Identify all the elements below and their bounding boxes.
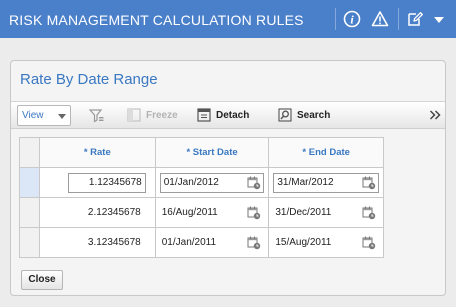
calendar-icon[interactable]	[362, 176, 376, 190]
view-dropdown-label: View	[22, 110, 44, 121]
calendar-icon[interactable]	[362, 206, 376, 220]
rate-input[interactable]: 1.12345678	[67, 172, 146, 193]
grid-corner-cell	[19, 137, 40, 168]
detach-icon	[197, 108, 211, 122]
detach-label: Detach	[216, 110, 250, 121]
column-header-start-date[interactable]: * Start Date	[154, 137, 270, 168]
header-bar: RISK MANAGEMENT CALCULATION RULES i	[0, 0, 456, 38]
table-row[interactable]: 3.12345678 01/Jan/2011 15/Aug/2011	[19, 227, 384, 258]
dialog-title: Rate By Date Range	[20, 71, 158, 88]
view-dropdown[interactable]: View	[17, 105, 71, 126]
search-icon	[278, 108, 292, 122]
page-title: RISK MANAGEMENT CALCULATION RULES	[9, 12, 304, 28]
svg-text:i: i	[350, 13, 354, 27]
chevron-down-icon	[58, 114, 66, 119]
close-button[interactable]: Close	[21, 270, 63, 290]
start-date-cell[interactable]: 01/Jan/2011	[154, 227, 270, 258]
calendar-icon[interactable]	[247, 206, 261, 220]
grid-toolbar: View Freeze Detach Search	[11, 101, 445, 129]
table-row[interactable]: 2.12345678 16/Aug/2011 31/Dec/2011	[19, 197, 384, 228]
end-date-value: 15/Aug/2011	[275, 237, 332, 248]
rate-grid: * Rate * Start Date * End Date 1.1234567…	[19, 137, 384, 258]
header-separator	[398, 8, 399, 30]
freeze-label: Freeze	[146, 110, 178, 121]
end-date-cell[interactable]: 31/Mar/2012	[268, 167, 384, 198]
start-date-value: 01/Jan/2011	[161, 237, 217, 248]
row-selector[interactable]	[19, 167, 40, 198]
end-date-cell[interactable]: 31/Dec/2011	[268, 197, 384, 228]
grid-header-row: * Rate * Start Date * End Date	[19, 137, 384, 168]
calendar-icon[interactable]	[247, 236, 261, 250]
calendar-icon[interactable]	[362, 236, 376, 250]
search-label: Search	[297, 110, 331, 121]
freeze-icon	[127, 108, 141, 122]
start-date-cell[interactable]: 16/Aug/2011	[154, 197, 270, 228]
end-date-value: 31/Dec/2011	[275, 207, 332, 218]
start-date-cell[interactable]: 01/Jan/2012	[154, 167, 270, 198]
end-date-cell[interactable]: 15/Aug/2011	[268, 227, 384, 258]
table-row[interactable]: 1.12345678 01/Jan/2012 31/Mar/2012	[19, 167, 384, 198]
start-date-value: 16/Aug/2011	[161, 207, 218, 218]
edit-icon[interactable]	[406, 10, 424, 28]
info-icon[interactable]: i	[343, 10, 361, 28]
double-chevron-right-icon[interactable]	[429, 109, 441, 121]
rate-by-date-range-dialog: Rate By Date Range View Freeze Detach Se…	[10, 60, 446, 296]
row-selector[interactable]	[19, 197, 40, 228]
row-selector[interactable]	[19, 227, 40, 258]
dropdown-caret-icon[interactable]	[430, 10, 448, 28]
rate-cell[interactable]: 3.12345678	[38, 227, 156, 258]
rate-cell[interactable]: 1.12345678	[38, 167, 156, 198]
calendar-icon[interactable]	[247, 176, 261, 190]
rate-cell[interactable]: 2.12345678	[38, 197, 156, 228]
column-header-rate[interactable]: * Rate	[38, 137, 156, 168]
filter-icon[interactable]	[89, 108, 104, 123]
header-separator	[335, 8, 336, 30]
warning-icon[interactable]	[371, 10, 389, 28]
column-header-end-date[interactable]: * End Date	[268, 137, 384, 168]
